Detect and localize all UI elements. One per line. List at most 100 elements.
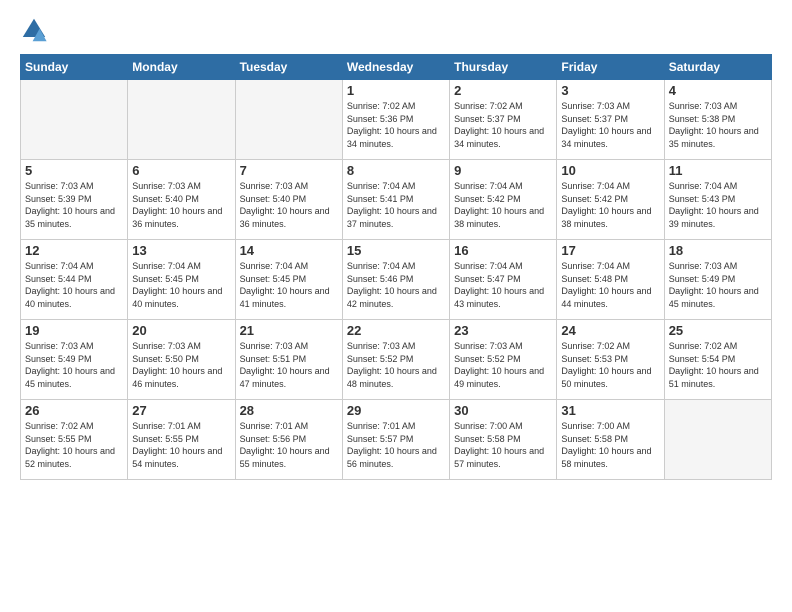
calendar-cell: 22Sunrise: 7:03 AMSunset: 5:52 PMDayligh… xyxy=(342,320,449,400)
day-number: 7 xyxy=(240,163,338,178)
page: SundayMondayTuesdayWednesdayThursdayFrid… xyxy=(0,0,792,490)
day-info: Sunrise: 7:04 AMSunset: 5:41 PMDaylight:… xyxy=(347,180,445,230)
day-info: Sunrise: 7:04 AMSunset: 5:42 PMDaylight:… xyxy=(561,180,659,230)
day-info: Sunrise: 7:02 AMSunset: 5:37 PMDaylight:… xyxy=(454,100,552,150)
calendar-cell: 30Sunrise: 7:00 AMSunset: 5:58 PMDayligh… xyxy=(450,400,557,480)
calendar-cell: 7 Sunrise: 7:03 AMSunset: 5:40 PMDaylight… xyxy=(235,160,342,240)
day-info: Sunrise: 7:04 AMSunset: 5:47 PMDaylight:… xyxy=(454,260,552,310)
day-number: 12 xyxy=(25,243,123,258)
day-number: 21 xyxy=(240,323,338,338)
day-info: Sunrise: 7:04 AMSunset: 5:46 PMDaylight:… xyxy=(347,260,445,310)
day-info: Sunrise: 7:01 AMSunset: 5:57 PMDaylight:… xyxy=(347,420,445,470)
calendar-week-5: 26 Sunrise: 7:02 AMSunset: 5:55 PMDayligh… xyxy=(21,400,772,480)
calendar-cell: 29 Sunrise: 7:01 AMSunset: 5:57 PMDayligh… xyxy=(342,400,449,480)
calendar-cell: 18 Sunrise: 7:03 AMSunset: 5:49 PMDayligh… xyxy=(664,240,771,320)
day-number: 14 xyxy=(240,243,338,258)
day-info: Sunrise: 7:04 AMSunset: 5:44 PMDaylight:… xyxy=(25,260,123,310)
day-number: 31 xyxy=(561,403,659,418)
weekday-header-sunday: Sunday xyxy=(21,55,128,80)
day-number: 3 xyxy=(561,83,659,98)
day-number: 17 xyxy=(561,243,659,258)
day-number: 8 xyxy=(347,163,445,178)
calendar-cell: 24 Sunrise: 7:02 AMSunset: 5:53 PMDayligh… xyxy=(557,320,664,400)
calendar-cell: 13 Sunrise: 7:04 AMSunset: 5:45 PMDayligh… xyxy=(128,240,235,320)
day-number: 23 xyxy=(454,323,552,338)
logo xyxy=(20,16,52,44)
day-number: 29 xyxy=(347,403,445,418)
weekday-header-thursday: Thursday xyxy=(450,55,557,80)
calendar-cell: 17 Sunrise: 7:04 AMSunset: 5:48 PMDayligh… xyxy=(557,240,664,320)
calendar-cell: 25 Sunrise: 7:02 AMSunset: 5:54 PMDayligh… xyxy=(664,320,771,400)
calendar-cell: 5 Sunrise: 7:03 AMSunset: 5:39 PMDaylight… xyxy=(21,160,128,240)
calendar-cell: 9 Sunrise: 7:04 AMSunset: 5:42 PMDaylight… xyxy=(450,160,557,240)
day-info: Sunrise: 7:03 AMSunset: 5:40 PMDaylight:… xyxy=(132,180,230,230)
day-info: Sunrise: 7:04 AMSunset: 5:43 PMDaylight:… xyxy=(669,180,767,230)
day-number: 10 xyxy=(561,163,659,178)
day-info: Sunrise: 7:04 AMSunset: 5:45 PMDaylight:… xyxy=(240,260,338,310)
day-info: Sunrise: 7:04 AMSunset: 5:48 PMDaylight:… xyxy=(561,260,659,310)
day-number: 25 xyxy=(669,323,767,338)
day-info: Sunrise: 7:00 AMSunset: 5:58 PMDaylight:… xyxy=(561,420,659,470)
calendar-cell xyxy=(21,80,128,160)
day-info: Sunrise: 7:02 AMSunset: 5:55 PMDaylight:… xyxy=(25,420,123,470)
calendar-cell xyxy=(664,400,771,480)
day-info: Sunrise: 7:00 AMSunset: 5:58 PMDaylight:… xyxy=(454,420,552,470)
day-number: 18 xyxy=(669,243,767,258)
day-number: 22 xyxy=(347,323,445,338)
calendar-cell xyxy=(128,80,235,160)
day-number: 27 xyxy=(132,403,230,418)
day-info: Sunrise: 7:03 AMSunset: 5:50 PMDaylight:… xyxy=(132,340,230,390)
weekday-header-row: SundayMondayTuesdayWednesdayThursdayFrid… xyxy=(21,55,772,80)
weekday-header-saturday: Saturday xyxy=(664,55,771,80)
calendar-cell: 26 Sunrise: 7:02 AMSunset: 5:55 PMDayligh… xyxy=(21,400,128,480)
calendar-cell: 31 Sunrise: 7:00 AMSunset: 5:58 PMDayligh… xyxy=(557,400,664,480)
weekday-header-wednesday: Wednesday xyxy=(342,55,449,80)
day-number: 5 xyxy=(25,163,123,178)
day-info: Sunrise: 7:03 AMSunset: 5:51 PMDaylight:… xyxy=(240,340,338,390)
day-number: 1 xyxy=(347,83,445,98)
calendar-week-4: 19Sunrise: 7:03 AMSunset: 5:49 PMDayligh… xyxy=(21,320,772,400)
weekday-header-friday: Friday xyxy=(557,55,664,80)
calendar-cell: 4Sunrise: 7:03 AMSunset: 5:38 PMDaylight… xyxy=(664,80,771,160)
day-info: Sunrise: 7:03 AMSunset: 5:49 PMDaylight:… xyxy=(25,340,123,390)
day-info: Sunrise: 7:02 AMSunset: 5:36 PMDaylight:… xyxy=(347,100,445,150)
day-number: 4 xyxy=(669,83,767,98)
day-info: Sunrise: 7:04 AMSunset: 5:45 PMDaylight:… xyxy=(132,260,230,310)
day-info: Sunrise: 7:04 AMSunset: 5:42 PMDaylight:… xyxy=(454,180,552,230)
day-info: Sunrise: 7:01 AMSunset: 5:56 PMDaylight:… xyxy=(240,420,338,470)
calendar-cell xyxy=(235,80,342,160)
day-info: Sunrise: 7:03 AMSunset: 5:39 PMDaylight:… xyxy=(25,180,123,230)
calendar-cell: 3 Sunrise: 7:03 AMSunset: 5:37 PMDaylight… xyxy=(557,80,664,160)
day-info: Sunrise: 7:03 AMSunset: 5:37 PMDaylight:… xyxy=(561,100,659,150)
calendar-cell: 10 Sunrise: 7:04 AMSunset: 5:42 PMDayligh… xyxy=(557,160,664,240)
calendar-cell: 11 Sunrise: 7:04 AMSunset: 5:43 PMDayligh… xyxy=(664,160,771,240)
day-info: Sunrise: 7:02 AMSunset: 5:54 PMDaylight:… xyxy=(669,340,767,390)
day-number: 9 xyxy=(454,163,552,178)
calendar-cell: 20 Sunrise: 7:03 AMSunset: 5:50 PMDayligh… xyxy=(128,320,235,400)
calendar-cell: 27Sunrise: 7:01 AMSunset: 5:55 PMDayligh… xyxy=(128,400,235,480)
calendar-cell: 19Sunrise: 7:03 AMSunset: 5:49 PMDayligh… xyxy=(21,320,128,400)
day-info: Sunrise: 7:03 AMSunset: 5:40 PMDaylight:… xyxy=(240,180,338,230)
day-number: 2 xyxy=(454,83,552,98)
day-number: 26 xyxy=(25,403,123,418)
calendar-week-3: 12 Sunrise: 7:04 AMSunset: 5:44 PMDayligh… xyxy=(21,240,772,320)
weekday-header-monday: Monday xyxy=(128,55,235,80)
calendar-cell: 6Sunrise: 7:03 AMSunset: 5:40 PMDaylight… xyxy=(128,160,235,240)
day-number: 20 xyxy=(132,323,230,338)
header xyxy=(20,16,772,44)
calendar-cell: 2 Sunrise: 7:02 AMSunset: 5:37 PMDaylight… xyxy=(450,80,557,160)
calendar-cell: 12 Sunrise: 7:04 AMSunset: 5:44 PMDayligh… xyxy=(21,240,128,320)
day-info: Sunrise: 7:03 AMSunset: 5:49 PMDaylight:… xyxy=(669,260,767,310)
day-number: 15 xyxy=(347,243,445,258)
calendar-cell: 15 Sunrise: 7:04 AMSunset: 5:46 PMDayligh… xyxy=(342,240,449,320)
day-number: 28 xyxy=(240,403,338,418)
day-info: Sunrise: 7:02 AMSunset: 5:53 PMDaylight:… xyxy=(561,340,659,390)
calendar-cell: 1 Sunrise: 7:02 AMSunset: 5:36 PMDaylight… xyxy=(342,80,449,160)
weekday-header-tuesday: Tuesday xyxy=(235,55,342,80)
calendar-week-1: 1 Sunrise: 7:02 AMSunset: 5:36 PMDaylight… xyxy=(21,80,772,160)
day-number: 13 xyxy=(132,243,230,258)
day-number: 16 xyxy=(454,243,552,258)
day-number: 24 xyxy=(561,323,659,338)
day-number: 11 xyxy=(669,163,767,178)
calendar-week-2: 5 Sunrise: 7:03 AMSunset: 5:39 PMDaylight… xyxy=(21,160,772,240)
